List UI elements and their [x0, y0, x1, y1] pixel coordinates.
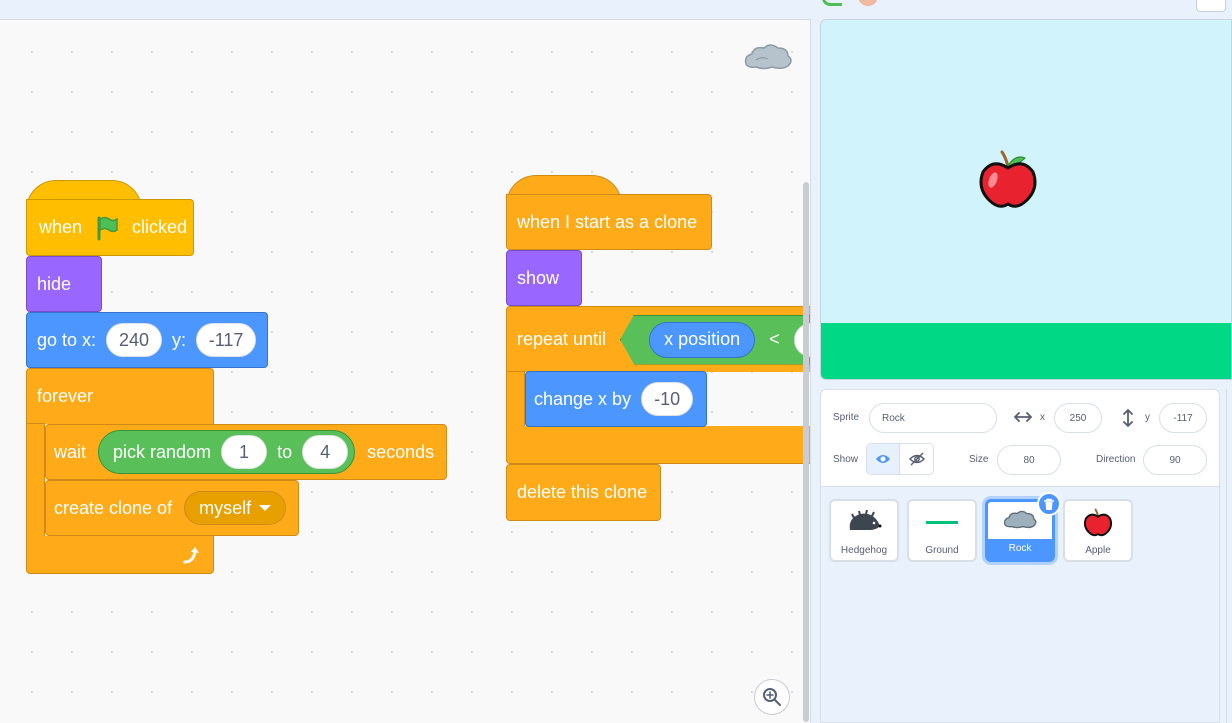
apple-sprite[interactable]	[975, 146, 1041, 212]
horizontal-arrows-icon	[1014, 412, 1032, 422]
block-label: change x by	[534, 388, 632, 409]
show-visible-button[interactable]	[867, 444, 901, 474]
block-label: hide	[37, 273, 72, 294]
clone-target-dropdown[interactable]: myself	[184, 491, 287, 525]
repeat-arrow-icon	[183, 546, 199, 563]
show-toggle-group	[866, 443, 934, 475]
forever-block[interactable]: forever	[26, 368, 214, 424]
size-label: Size	[969, 454, 989, 465]
pick-random-reporter[interactable]: pick random 1 to 4	[98, 430, 356, 474]
size-field[interactable]: 80	[997, 445, 1061, 475]
block-label: to	[277, 441, 293, 462]
change-x-input[interactable]: -10	[641, 382, 694, 416]
repeat-arm	[506, 371, 525, 429]
sprite-tile-ground[interactable]: Ground	[907, 499, 977, 562]
when-start-as-clone-block[interactable]: when I start as a clone	[506, 194, 712, 250]
trash-icon	[1044, 498, 1054, 510]
top-bar	[0, 0, 1232, 19]
go-to-xy-block[interactable]: go to x: 240 y: -117	[26, 312, 268, 368]
direction-label: Direction	[1096, 454, 1136, 465]
repeat-until-bottom[interactable]	[506, 426, 810, 464]
x-input[interactable]: 240	[106, 323, 163, 357]
sprite-tile-hedgehog[interactable]: Hedgehog	[829, 499, 899, 562]
hedgehog-icon	[849, 510, 882, 530]
x-value: 250	[1069, 412, 1087, 424]
sprite-name: Rock	[988, 539, 1052, 559]
chevron-down-icon	[259, 505, 272, 511]
size-value: 80	[1023, 454, 1035, 466]
block-label: clicked	[132, 217, 188, 237]
rock-icon	[1003, 510, 1037, 528]
green-flag-icon	[97, 216, 118, 240]
dropdown-value: myself	[199, 497, 252, 518]
delete-clone-block[interactable]: delete this clone	[506, 464, 661, 521]
eye-icon	[876, 455, 890, 463]
show-hidden-button[interactable]	[900, 444, 933, 474]
block-label: forever	[37, 386, 94, 406]
when-flag-clicked-block[interactable]: when clicked	[26, 199, 194, 256]
hide-block[interactable]: hide	[26, 256, 102, 312]
random-from-input[interactable]: 1	[221, 435, 268, 469]
vertical-scrollbar[interactable]	[803, 182, 809, 722]
sprite-label: Sprite	[833, 412, 860, 423]
block-label: seconds	[367, 441, 435, 462]
show-block[interactable]: show	[506, 250, 582, 306]
block-label: y:	[172, 329, 187, 350]
rock-icon	[744, 44, 792, 70]
ground-icon	[926, 521, 958, 524]
apple-icon	[1083, 508, 1113, 537]
zoom-in-button[interactable]	[754, 679, 790, 715]
sprite-name-value: Rock	[882, 412, 905, 424]
block-label: pick random	[113, 441, 212, 462]
stage-panel-edge	[1226, 389, 1232, 723]
show-label: Show	[833, 454, 859, 465]
eye-slash-icon	[908, 452, 925, 466]
direction-field[interactable]: 90	[1143, 445, 1207, 475]
sprite-name: Apple	[1085, 545, 1111, 556]
change-x-block[interactable]: change x by -10	[525, 371, 707, 427]
y-label: y	[1145, 412, 1150, 423]
delete-sprite-button[interactable]	[1037, 492, 1061, 516]
x-label: x	[1040, 412, 1045, 423]
block-label: repeat until	[517, 329, 607, 349]
vertical-arrows-icon	[1123, 409, 1133, 427]
zoom-in-icon	[763, 688, 781, 706]
block-label: when	[39, 217, 83, 237]
block-label: x position	[664, 329, 741, 349]
ground-sprite	[821, 323, 1231, 379]
less-than-condition[interactable]: x position < -2	[620, 314, 810, 365]
random-to-input[interactable]: 4	[302, 435, 349, 469]
stop-icon[interactable]	[858, 0, 878, 6]
block-label: create clone of	[54, 497, 173, 518]
x-position-reporter[interactable]: x position	[649, 321, 756, 358]
sprite-name-field[interactable]: Rock	[869, 403, 997, 433]
y-value: -117	[1173, 412, 1193, 424]
code-area[interactable]: when clicked hide go to x: 240 y: -117 f…	[0, 19, 811, 723]
y-input[interactable]: -117	[196, 323, 257, 357]
x-field[interactable]: 250	[1054, 403, 1102, 433]
forever-arm	[26, 423, 45, 539]
stage-size-button[interactable]	[1196, 0, 1226, 12]
create-clone-block[interactable]: create clone of myself	[45, 480, 299, 536]
direction-value: 90	[1169, 454, 1181, 466]
sprite-tile-apple[interactable]: Apple	[1063, 499, 1133, 562]
block-label: delete this clone	[517, 482, 648, 502]
green-flag-icon[interactable]	[822, 0, 842, 6]
y-field[interactable]: -117	[1159, 403, 1207, 433]
block-label: show	[517, 267, 560, 288]
stage[interactable]	[820, 19, 1232, 380]
block-label: when I start as a clone	[517, 211, 698, 232]
repeat-until-block[interactable]: repeat until x position < -2	[506, 306, 810, 372]
block-label: <	[769, 329, 780, 349]
sprite-name: Hedgehog	[840, 545, 888, 556]
block-label: wait	[54, 441, 87, 462]
forever-bottom[interactable]	[26, 536, 214, 574]
wait-block[interactable]: wait pick random 1 to 4 seconds	[45, 424, 447, 480]
block-label: go to x:	[37, 329, 97, 350]
sprite-name: Ground	[925, 545, 959, 556]
